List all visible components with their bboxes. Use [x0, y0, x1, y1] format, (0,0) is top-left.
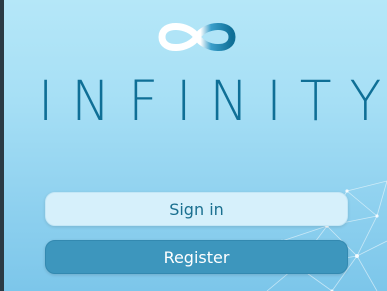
window-edge	[0, 0, 4, 291]
infinity-logo-icon	[158, 23, 236, 51]
brand-name: INFINITY	[38, 70, 387, 134]
register-button[interactable]: Register	[45, 240, 348, 274]
sign-in-button[interactable]: Sign in	[45, 192, 348, 226]
